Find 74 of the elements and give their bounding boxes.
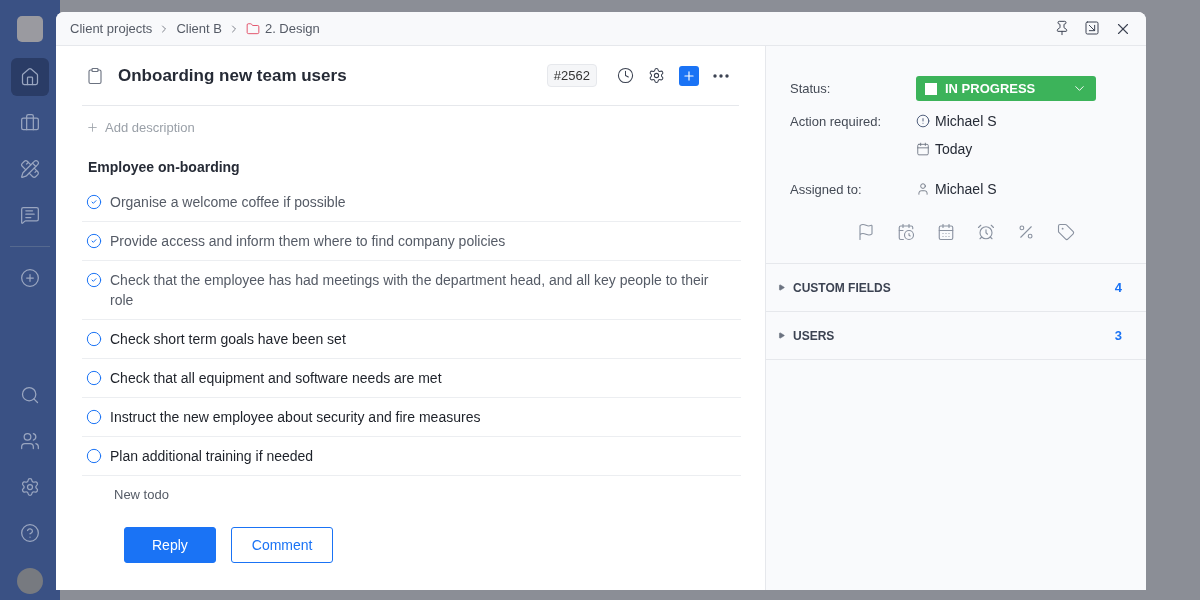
clock-icon — [617, 67, 634, 84]
todo-text: Check that the employee has had meetings with the department head, and all key people to their role — [110, 271, 710, 310]
logo-icon — [17, 16, 43, 42]
todo-text: Organise a welcome coffee if possible — [110, 193, 346, 212]
settings-button[interactable] — [648, 67, 665, 84]
users-icon — [20, 431, 40, 451]
due-date[interactable]: Today — [935, 141, 973, 157]
task-title: Onboarding new team users — [118, 65, 348, 86]
plus-icon — [86, 121, 99, 134]
plus-circle-icon — [20, 268, 40, 288]
pin-icon — [1054, 19, 1070, 36]
breadcrumb-link[interactable]: 2. Design — [245, 21, 320, 36]
help-icon — [20, 523, 40, 543]
home-nav-button[interactable] — [11, 58, 49, 96]
checklist-title: Employee on-boarding — [88, 159, 241, 175]
tag-button[interactable] — [1057, 223, 1075, 241]
field-label: Status: — [790, 81, 832, 96]
field-label: Assigned to: — [790, 181, 863, 197]
settings-icon — [20, 477, 40, 497]
todo-text: Check short term goals have been set — [110, 330, 346, 349]
calendar-clock-button[interactable] — [897, 223, 915, 241]
section-header[interactable]: CUSTOM FIELDS 4 — [766, 264, 1146, 312]
task-number: #2562 — [546, 64, 597, 87]
minimize-button[interactable] — [1084, 19, 1100, 38]
empty-circle-icon[interactable] — [86, 368, 102, 388]
person-name[interactable]: Michael S — [935, 113, 997, 129]
section-count: 3 — [1114, 328, 1122, 343]
comment-button[interactable]: Comment — [230, 527, 334, 563]
flag-icon — [857, 223, 875, 241]
empty-circle-icon[interactable] — [86, 329, 102, 349]
calendar-button[interactable] — [937, 223, 955, 241]
empty-circle-icon[interactable] — [86, 446, 102, 466]
field-label: Action required: — [790, 113, 883, 129]
todo-text: Instruct the new employee about security and fire measures — [110, 408, 481, 427]
percent-button[interactable] — [1017, 223, 1035, 241]
clipboard-icon — [86, 66, 104, 85]
time-icon — [977, 223, 995, 241]
user-icon — [916, 182, 930, 196]
empty-circle-icon[interactable] — [86, 407, 102, 427]
tools-icon — [20, 159, 40, 179]
clock-button[interactable] — [617, 67, 634, 84]
add-button[interactable] — [679, 65, 699, 86]
checked-circle-icon[interactable] — [86, 192, 102, 212]
person-name[interactable]: Michael S — [935, 181, 997, 197]
flag-button[interactable] — [857, 223, 875, 241]
time-button[interactable] — [977, 223, 995, 241]
settings-icon — [648, 67, 665, 84]
todo-text: Check that all equipment and software needs are met — [110, 369, 442, 388]
more-icon — [713, 73, 729, 78]
calendar-icon — [937, 223, 955, 241]
folder-icon — [245, 21, 260, 36]
section-title: USERS — [793, 328, 835, 343]
plus-icon — [682, 68, 696, 83]
briefcase-icon — [20, 113, 40, 133]
checked-circle-icon[interactable] — [86, 231, 102, 251]
arrow-box-icon — [1084, 19, 1100, 36]
home-icon — [20, 67, 40, 87]
section-header[interactable]: USERS 3 — [766, 312, 1146, 360]
reply-button[interactable]: Reply — [124, 527, 216, 563]
breadcrumb-link[interactable]: Client B — [176, 21, 222, 36]
percent-icon — [1017, 223, 1035, 241]
pin-button[interactable] — [1054, 19, 1070, 38]
search-icon — [20, 385, 40, 405]
section-title: CUSTOM FIELDS — [793, 280, 891, 295]
calendar-icon — [916, 142, 930, 156]
chat-icon — [20, 205, 40, 225]
todo-text: Provide access and inform them where to find company policies — [110, 232, 506, 251]
alert-icon — [916, 114, 930, 128]
more-button[interactable] — [713, 73, 729, 78]
calendar-clock-icon — [897, 223, 915, 241]
section-count: 4 — [1114, 280, 1122, 295]
tag-icon — [1057, 223, 1075, 241]
breadcrumb-link[interactable]: Client projects — [70, 21, 153, 36]
todo-text: Plan additional training if needed — [110, 447, 314, 466]
